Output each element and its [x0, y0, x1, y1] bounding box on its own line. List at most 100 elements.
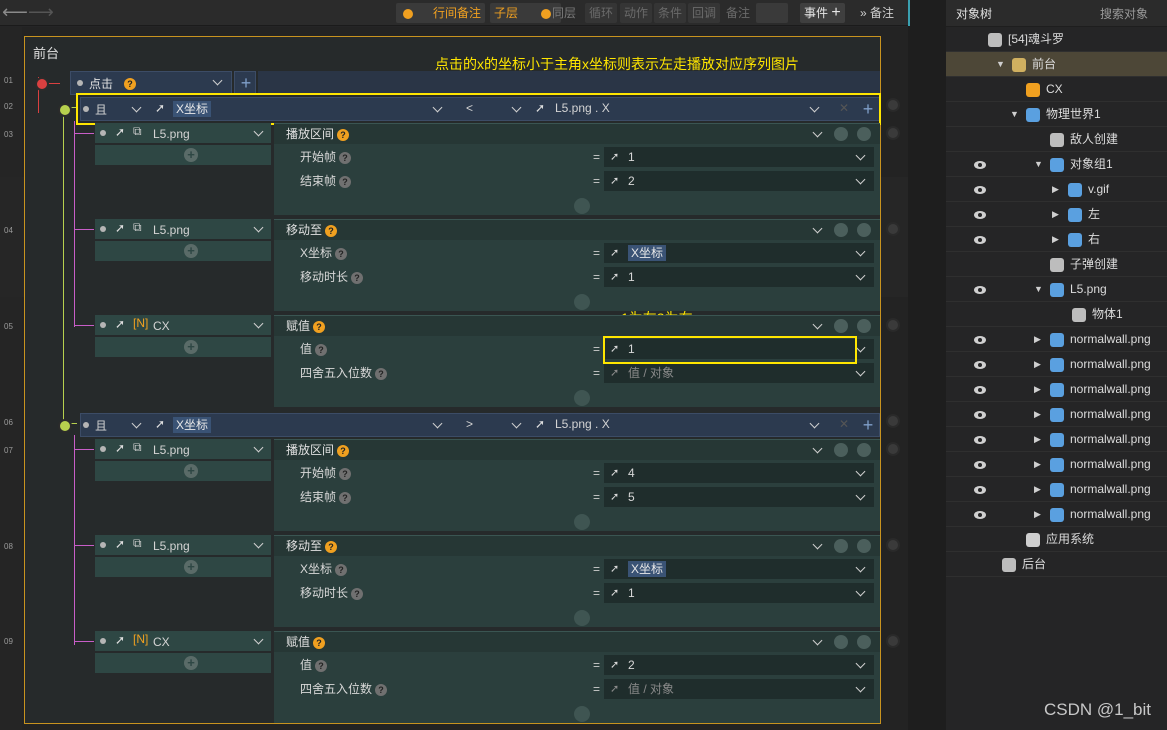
param-value-field[interactable]: ➚ 1 — [604, 583, 874, 603]
close-icon[interactable]: ✕ — [839, 417, 849, 431]
right-operand[interactable]: L5.png . X — [555, 417, 610, 431]
chevron-down-icon[interactable] — [855, 490, 866, 501]
chevron-down-icon[interactable] — [253, 126, 264, 137]
action-header[interactable]: 赋值? — [274, 632, 880, 652]
chevron-down-icon[interactable] — [212, 75, 223, 86]
param-value-field[interactable]: ➚ 1 — [604, 267, 874, 287]
help-icon[interactable]: ? — [325, 540, 338, 553]
expand-right-icon[interactable]: ▶ — [1034, 402, 1041, 427]
drag-handle-icon[interactable] — [100, 130, 106, 136]
tree-item[interactable]: ▼ 物理世界1 — [946, 102, 1167, 127]
refresh-icon[interactable] — [834, 319, 848, 333]
back-arrow-icon[interactable]: ⟵ — [2, 2, 28, 22]
chevron-down-icon[interactable] — [253, 222, 264, 233]
chevron-down-icon[interactable] — [855, 682, 866, 693]
timer-icon[interactable] — [857, 539, 871, 553]
add-object-button[interactable]: + — [184, 656, 198, 670]
cursor-icon[interactable]: ➚ — [115, 125, 125, 139]
eye-icon[interactable] — [974, 336, 986, 344]
drag-handle-icon[interactable] — [100, 638, 106, 644]
tree-item[interactable]: 后台 — [946, 552, 1167, 577]
cursor-icon[interactable]: ➚ — [610, 487, 619, 507]
row-note-toggle[interactable]: 行间备注 — [396, 3, 486, 23]
more-note-button[interactable]: » 备注 — [856, 3, 898, 23]
chevron-down-icon[interactable] — [855, 586, 866, 597]
chevron-down-icon[interactable] — [253, 442, 264, 453]
chevron-down-icon[interactable] — [812, 319, 823, 330]
tree-item[interactable]: ▶ normalwall.png — [946, 402, 1167, 427]
tab-search-object[interactable]: 搜索对象 — [1100, 5, 1148, 22]
expand-down-icon[interactable]: ▼ — [1034, 152, 1043, 177]
chevron-down-icon[interactable] — [855, 366, 866, 377]
tree-item[interactable]: ▶ 右 — [946, 227, 1167, 252]
drag-handle-icon[interactable] — [77, 80, 83, 86]
expand-right-icon[interactable]: ▶ — [1034, 327, 1041, 352]
add-object-button[interactable]: + — [184, 560, 198, 574]
chevron-down-icon[interactable] — [855, 342, 866, 353]
action-header[interactable]: 播放区间? — [274, 440, 880, 460]
cursor-icon[interactable]: ➚ — [115, 633, 125, 647]
chevron-down-icon[interactable] — [812, 539, 823, 550]
refresh-icon[interactable] — [834, 223, 848, 237]
expand-right-icon[interactable]: ▶ — [1052, 227, 1059, 252]
param-value-field[interactable]: ➚ X坐标 — [604, 559, 874, 579]
row-option-icon[interactable] — [886, 538, 900, 552]
plus-icon[interactable]: + — [859, 415, 877, 435]
tree-item[interactable]: ▼ 前台 — [946, 52, 1167, 77]
expand-right-icon[interactable]: ▶ — [1034, 352, 1041, 377]
param-value-field[interactable]: ➚ X坐标 — [604, 243, 874, 263]
chevron-down-icon[interactable] — [855, 174, 866, 185]
condition-button[interactable]: 条件 — [654, 3, 687, 23]
expand-right-icon[interactable]: ▶ — [1034, 452, 1041, 477]
chevron-down-icon[interactable] — [855, 562, 866, 573]
refresh-icon[interactable] — [834, 635, 848, 649]
chevron-down-icon[interactable] — [131, 418, 142, 429]
refresh-icon[interactable] — [834, 127, 848, 141]
eye-icon[interactable] — [974, 436, 986, 444]
tree-item[interactable]: ▶ normalwall.png — [946, 502, 1167, 527]
eye-icon[interactable] — [974, 361, 986, 369]
same-layer-label[interactable]: 同层 — [548, 3, 580, 23]
add-trigger-button[interactable]: + — [234, 71, 256, 95]
trigger-node-icon[interactable] — [35, 77, 49, 91]
help-icon[interactable]: ? — [337, 444, 350, 457]
row-option-icon[interactable] — [886, 98, 900, 112]
row-option-icon[interactable] — [886, 442, 900, 456]
collapse-button[interactable] — [574, 294, 590, 310]
collapse-button[interactable] — [574, 706, 590, 722]
tree-item[interactable]: [54]魂斗罗 — [946, 27, 1167, 52]
eye-icon[interactable] — [974, 236, 986, 244]
callback-button[interactable]: 回调 — [688, 3, 721, 23]
chevron-down-icon[interactable] — [855, 246, 866, 257]
tab-object-tree[interactable]: 对象树 — [956, 5, 992, 22]
tree-item[interactable]: ▶ normalwall.png — [946, 377, 1167, 402]
param-value-field[interactable]: ➚ 值 / 对象 — [604, 679, 874, 699]
cursor-icon[interactable]: ➚ — [610, 655, 619, 675]
row-option-icon[interactable] — [886, 318, 900, 332]
cursor-icon[interactable]: ➚ — [115, 317, 125, 331]
cursor-icon[interactable]: ➚ — [610, 147, 619, 167]
action-header[interactable]: 移动至? — [274, 220, 880, 240]
eye-icon[interactable] — [974, 486, 986, 494]
cursor-icon[interactable]: ➚ — [115, 441, 125, 455]
tree-item[interactable]: ▼ 对象组1 — [946, 152, 1167, 177]
help-icon[interactable]: ? — [337, 128, 350, 141]
row-option-icon[interactable] — [886, 126, 900, 140]
help-icon[interactable]: ? — [325, 224, 338, 237]
tree-item[interactable]: 敌人创建 — [946, 127, 1167, 152]
collapse-button[interactable] — [574, 610, 590, 626]
tree-item[interactable]: ▶ normalwall.png — [946, 452, 1167, 477]
chevron-down-icon[interactable] — [253, 538, 264, 549]
collapse-button[interactable] — [574, 198, 590, 214]
action-object[interactable]: ➚ [N] CX — [95, 631, 271, 651]
timer-icon[interactable] — [857, 635, 871, 649]
action-button[interactable]: 动作 — [620, 3, 653, 23]
timer-icon[interactable] — [857, 127, 871, 141]
expand-down-icon[interactable]: ▼ — [996, 52, 1005, 77]
tree-item[interactable]: ▶ v.gif — [946, 177, 1167, 202]
cursor-icon[interactable]: ➚ — [610, 463, 619, 483]
action-object[interactable]: ➚ ⧉ L5.png — [95, 219, 271, 239]
action-header[interactable]: 播放区间? — [274, 124, 880, 144]
expand-right-icon[interactable]: ▶ — [1034, 377, 1041, 402]
row-option-icon[interactable] — [886, 634, 900, 648]
